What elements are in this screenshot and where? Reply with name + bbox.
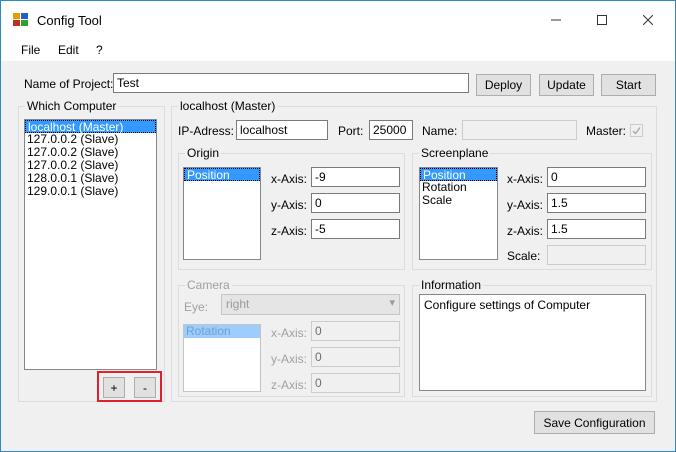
origin-z-input[interactable]: -5 [311,219,400,239]
origin-x-input[interactable]: -9 [311,167,400,187]
name-input[interactable] [462,120,577,140]
screenplane-z-label: z-Axis: [507,224,543,238]
title-bar: Config Tool [1,1,675,39]
origin-x-label: x-Axis: [271,172,307,186]
information-text: Configure settings of Computer [424,298,591,312]
ip-input[interactable]: localhost [236,120,328,140]
origin-y-label: y-Axis: [271,198,307,212]
project-name-input[interactable]: Test [113,73,469,93]
origin-y-input[interactable]: 0 [311,193,400,213]
camera-y-input[interactable]: 0 [311,347,400,367]
list-item[interactable]: 129.0.0.1 (Slave) [25,185,156,198]
master-label: Master: [586,124,627,138]
port-input[interactable]: 25000 [369,120,413,140]
screenplane-title: Screenplane [419,146,491,160]
ip-label: IP-Adress: [178,124,235,138]
origin-z-label: z-Axis: [271,224,307,238]
camera-x-input[interactable]: 0 [311,321,400,341]
add-computer-button[interactable]: + [103,377,125,398]
screenplane-x-input[interactable]: 0 [547,167,646,187]
screenplane-list[interactable]: Position Rotation Scale [419,167,498,260]
origin-title: Origin [185,146,222,160]
config-tool-window: Config Tool File Edit ? Name of Project:… [0,0,676,452]
remove-computer-button[interactable]: - [134,377,156,398]
name-label: Name: [422,124,458,138]
maximize-button[interactable] [579,1,625,39]
list-item[interactable]: Scale [420,194,497,207]
screenplane-z-input[interactable]: 1.5 [547,219,646,239]
minimize-button[interactable] [533,1,579,39]
list-item[interactable]: Position [184,168,260,182]
computer-list[interactable]: localhost (Master) 127.0.0.2 (Slave) 127… [24,119,157,370]
camera-x-label: x-Axis: [271,326,307,340]
port-label: Port: [338,124,364,138]
menu-edit[interactable]: Edit [58,43,79,57]
checkmark-icon [632,127,641,135]
deploy-button[interactable]: Deploy [476,74,531,96]
close-button[interactable] [625,1,671,39]
camera-z-input[interactable]: 0 [311,373,400,393]
screenplane-scale-label: Scale: [507,249,541,263]
window-title: Config Tool [37,13,102,28]
menu-help[interactable]: ? [96,43,103,57]
camera-list[interactable]: Rotation [183,324,261,392]
project-name-label: Name of Project: [24,77,114,91]
maximize-icon [597,15,607,25]
camera-title: Camera [185,278,232,292]
config-title: localhost (Master) [178,99,278,113]
chevron-down-icon: ▾ [389,297,395,309]
origin-list[interactable]: Position [183,167,261,260]
close-icon [643,15,653,25]
screenplane-scale-input[interactable] [547,245,646,265]
eye-dropdown[interactable]: right ▾ [221,294,400,315]
information-title: Information [419,278,484,292]
eye-label: Eye: [184,300,209,314]
screenplane-y-input[interactable]: 1.5 [547,193,646,213]
menu-bar: File Edit ? [1,39,675,61]
start-button[interactable]: Start [601,74,656,96]
app-icon [13,13,28,26]
camera-z-label: z-Axis: [271,378,307,392]
screenplane-x-label: x-Axis: [507,172,543,186]
screenplane-y-label: y-Axis: [507,198,543,212]
save-configuration-button[interactable]: Save Configuration [534,411,655,434]
which-computer-title: Which Computer [25,99,119,113]
eye-dropdown-value: right [226,297,250,311]
list-item[interactable]: Rotation [184,325,260,338]
camera-y-label: y-Axis: [271,352,307,366]
master-checkbox[interactable] [630,124,643,137]
update-button[interactable]: Update [539,74,594,96]
menu-file[interactable]: File [21,43,40,57]
information-text-box: Configure settings of Computer [419,294,646,391]
minimize-icon [551,19,561,21]
